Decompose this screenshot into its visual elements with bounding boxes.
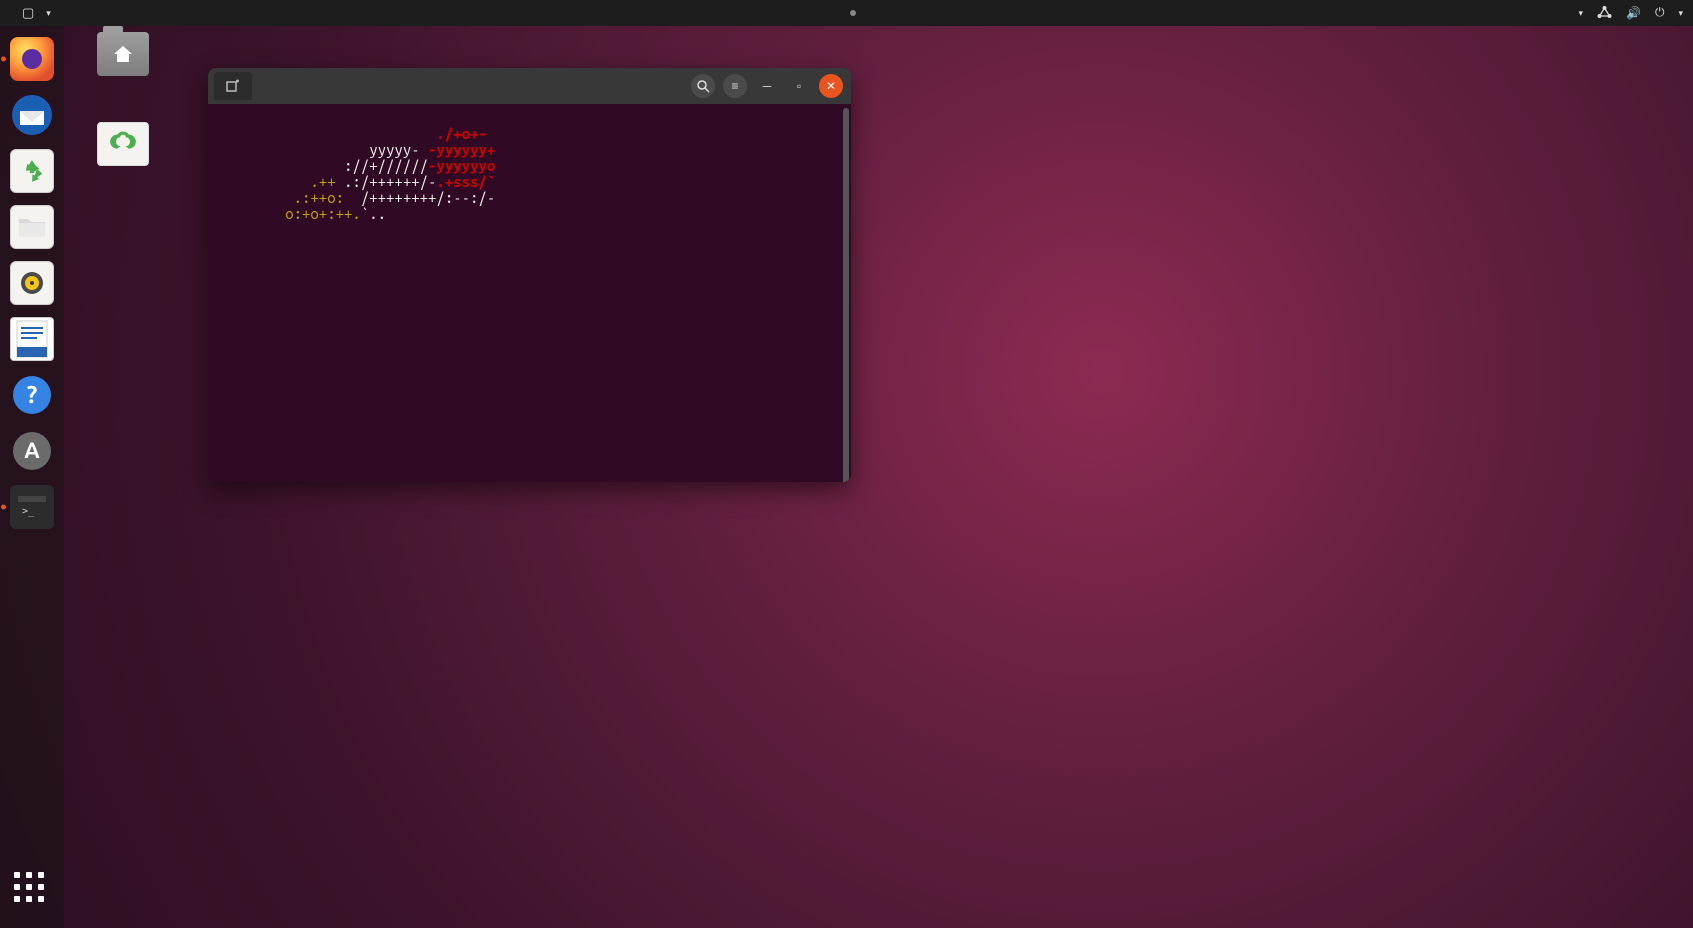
dock: ? A >_ <box>0 26 64 928</box>
trash-icon <box>97 122 149 166</box>
minimize-button[interactable]: ─ <box>755 74 779 98</box>
search-button[interactable] <box>691 74 715 98</box>
menu-button[interactable]: ≡ <box>723 74 747 98</box>
maximize-button[interactable]: ▫ <box>787 74 811 98</box>
power-icon[interactable]: ⏻ <box>1655 6 1665 20</box>
dock-thunderbird[interactable] <box>7 90 57 140</box>
desktop-trash[interactable] <box>86 122 160 170</box>
show-applications-button[interactable] <box>14 872 50 908</box>
svg-text:?: ? <box>27 381 38 408</box>
clock[interactable] <box>838 10 856 16</box>
dock-rhythmbox[interactable] <box>7 258 57 308</box>
dock-terminal[interactable]: >_ <box>7 482 57 532</box>
svg-text:>_: >_ <box>22 506 35 517</box>
volume-icon[interactable]: 🔊 <box>1626 6 1641 20</box>
dock-trash-small[interactable] <box>7 146 57 196</box>
dock-firefox[interactable] <box>7 34 57 84</box>
close-button[interactable]: ✕ <box>819 74 843 98</box>
terminal-content[interactable]: ./+o+- yyyyy- -yyyyyy+ ://+//////-yyyyyy… <box>208 104 851 482</box>
terminal-window: ≡ ─ ▫ ✕ ./+o+- yyyyy- -yyyyyy+ ://+/////… <box>208 68 851 482</box>
chevron-down-icon: ▾ <box>1678 8 1683 19</box>
terminal-scrollbar[interactable] <box>843 108 849 482</box>
notification-dot-icon <box>850 10 856 16</box>
folder-icon <box>97 32 149 76</box>
app-menu[interactable]: ▢ ▾ <box>22 6 51 21</box>
desktop-home-folder[interactable] <box>86 32 160 80</box>
new-tab-button[interactable] <box>214 72 252 100</box>
chevron-down-icon: ▾ <box>46 8 51 19</box>
network-icon[interactable] <box>1597 5 1612 22</box>
svg-text:A: A <box>24 438 40 463</box>
dock-help[interactable]: ? <box>7 370 57 420</box>
gnome-topbar: ▢ ▾ ▾ 🔊 ⏻ ▾ <box>0 0 1693 26</box>
chevron-down-icon: ▾ <box>1578 8 1583 19</box>
terminal-icon: ▢ <box>22 6 34 21</box>
dock-files[interactable] <box>7 202 57 252</box>
input-language[interactable]: ▾ <box>1572 8 1583 19</box>
dock-updates[interactable]: A <box>7 426 57 476</box>
dock-writer[interactable] <box>7 314 57 364</box>
terminal-titlebar[interactable]: ≡ ─ ▫ ✕ <box>208 68 851 104</box>
